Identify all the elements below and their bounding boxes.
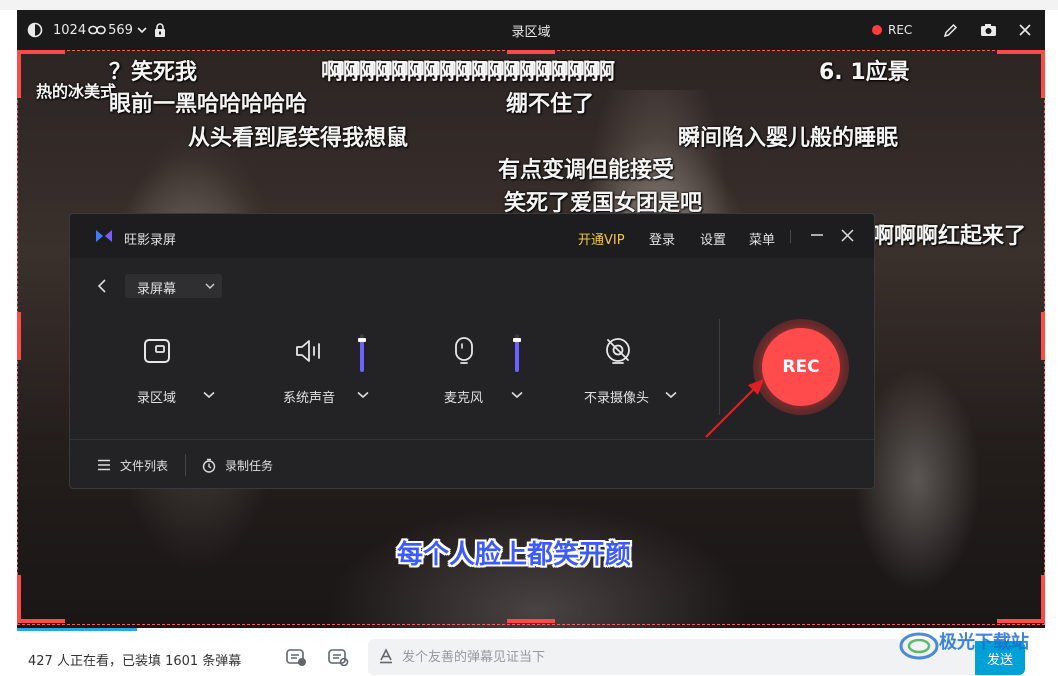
resize-handle-top[interactable] [507, 50, 555, 54]
contrast-icon[interactable] [27, 10, 43, 50]
text-style-icon[interactable] [378, 648, 394, 664]
file-list-link[interactable]: 文件列表 [120, 457, 168, 474]
camera-icon[interactable] [980, 10, 997, 50]
video-subtitle: 每个人脸上都笑开颜 [397, 540, 632, 570]
browser-strip [0, 0, 1058, 10]
login-link[interactable]: 登录 [649, 229, 675, 248]
record-task-link[interactable]: 录制任务 [225, 457, 273, 474]
footer-divider [185, 454, 186, 476]
danmaku-item: 有点变调但能接受 [498, 158, 675, 183]
resolution-height: 569 [108, 22, 133, 38]
resize-handle-bottom-right[interactable] [997, 575, 1045, 623]
screen-root: ？笑死我 热的冰美式 眼前一黑哈哈哈哈哈 啊啊啊啊啊啊啊啊啊啊啊啊啊啊啊啊啊啊 … [0, 0, 1058, 676]
microphone-icon[interactable] [453, 336, 475, 366]
microphone-dropdown-icon[interactable] [511, 391, 523, 399]
resize-handle-top-right[interactable] [997, 50, 1045, 98]
danmaku-item: ？笑死我 [109, 60, 198, 85]
danmaku-item: 瞬间陷入婴儿般的睡眠 [678, 126, 899, 151]
capture-title: 录区域 [511, 24, 551, 40]
recorder-panel: 旺影录屏 开通VIP 登录 设置 菜单 录屏幕 录区域 系统声音 麦克风 不录摄… [69, 213, 875, 489]
rec-label: REC [888, 23, 913, 37]
resize-handle-bottom[interactable] [507, 619, 555, 623]
speaker-icon[interactable] [294, 338, 326, 364]
timer-icon[interactable] [202, 458, 216, 473]
capture-toolbar: 1024 569 录区域 REC [17, 10, 1045, 50]
app-logo-icon [95, 229, 113, 243]
region-label[interactable]: 录区域 [137, 387, 176, 406]
rec-dot-icon [872, 25, 882, 35]
danmaku-toggle-icon[interactable] [285, 647, 307, 667]
danmaku-item: 6. 1应景 [819, 60, 910, 85]
system-audio-level-knob[interactable] [358, 338, 366, 342]
list-icon[interactable] [97, 459, 111, 471]
microphone-label[interactable]: 麦克风 [444, 387, 483, 406]
region-dropdown-icon[interactable] [203, 391, 215, 399]
watermark-swirl-icon [899, 632, 939, 660]
danmaku-item: 啊啊啊红起来了 [872, 224, 1027, 249]
danmaku-item: 从头看到尾笑得我想鼠 [188, 126, 409, 151]
close-icon[interactable] [1018, 10, 1032, 50]
system-audio-dropdown-icon[interactable] [357, 391, 369, 399]
viewer-count: 427 人正在看，已装填 1601 条弹幕 [28, 654, 242, 669]
title-divider [790, 230, 791, 243]
back-chevron-icon[interactable] [97, 278, 107, 294]
watermark-brand-text: 极光下载站 [939, 632, 1029, 653]
camera-off-icon[interactable] [603, 336, 633, 366]
panel-footer: 文件列表 录制任务 [70, 439, 874, 489]
rec-indicator[interactable]: REC [872, 10, 912, 50]
resolution-width: 1024 [53, 22, 87, 38]
danmaku-input[interactable] [402, 647, 882, 667]
progress-line [17, 628, 137, 631]
resize-handle-right[interactable] [1041, 312, 1045, 360]
annotation-arrow [705, 379, 764, 438]
resize-handle-top-left[interactable] [17, 50, 65, 98]
vip-link[interactable]: 开通VIP [578, 229, 625, 248]
pencil-icon[interactable] [943, 10, 958, 50]
link-icon [88, 25, 106, 35]
rec-button[interactable]: REC [762, 328, 840, 406]
settings-link[interactable]: 设置 [700, 229, 726, 248]
panel-close-icon[interactable] [841, 229, 854, 242]
microphone-level-knob[interactable] [513, 338, 521, 342]
system-audio-level-fill [360, 340, 364, 372]
camera-dropdown-icon[interactable] [665, 391, 677, 399]
bottom-bar: 427 人正在看，已装填 1601 条弹幕 发送 [17, 628, 1045, 676]
microphone-level-fill [515, 340, 519, 372]
panel-titlebar[interactable]: 旺影录屏 开通VIP 登录 设置 菜单 [70, 214, 874, 258]
microphone-level[interactable] [513, 334, 521, 372]
chevron-down-icon [137, 26, 147, 34]
danmaku-item: 绷不住了 [506, 92, 595, 117]
app-name: 旺影录屏 [124, 233, 177, 248]
lock-icon[interactable] [154, 10, 166, 50]
resolution-selector[interactable]: 1024 569 [53, 10, 147, 50]
danmaku-settings-icon[interactable] [327, 647, 349, 667]
chevron-down-icon [205, 282, 215, 290]
camera-label[interactable]: 不录摄像头 [584, 387, 649, 406]
minimize-icon[interactable] [810, 228, 824, 242]
menu-link[interactable]: 菜单 [749, 229, 775, 248]
mode-select[interactable]: 录屏幕 [125, 274, 222, 298]
mode-select-value: 录屏幕 [137, 282, 177, 297]
watermark-logo: 极光下载站 [897, 622, 1047, 676]
system-audio-label[interactable]: 系统声音 [283, 387, 335, 406]
region-icon[interactable] [143, 338, 171, 364]
danmaku-item: 眼前一黑哈哈哈哈哈 [109, 92, 308, 117]
resize-handle-left[interactable] [17, 312, 21, 360]
danmaku-item: 啊啊啊啊啊啊啊啊啊啊啊啊啊啊啊啊啊啊 [321, 60, 615, 85]
resize-handle-bottom-left[interactable] [17, 575, 65, 623]
system-audio-level[interactable] [358, 334, 366, 372]
